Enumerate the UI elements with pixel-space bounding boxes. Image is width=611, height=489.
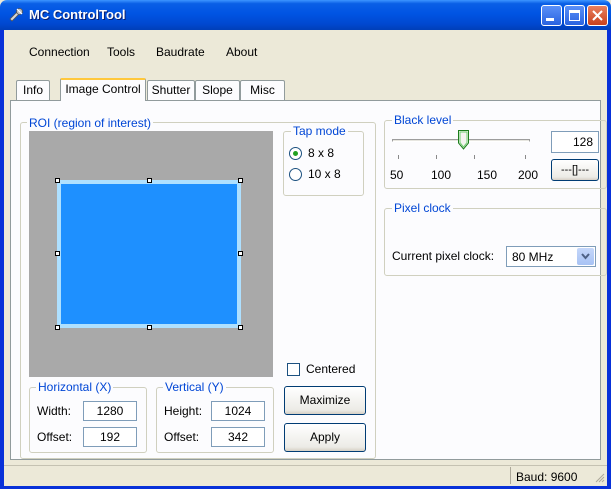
menu-bar [4, 40, 607, 62]
tap-mode-title: Tap mode [291, 124, 348, 138]
minimize-icon [546, 18, 554, 21]
radio-selected-dot [293, 151, 298, 156]
roi-group-title: ROI (region of interest) [27, 116, 154, 130]
tab-slope[interactable]: Slope [195, 80, 240, 100]
roi-handle-top-left[interactable] [55, 178, 60, 183]
window-frame-right [607, 30, 611, 489]
black-level-value-field[interactable]: 128 [551, 131, 599, 153]
window-title: MC ControlTool [29, 7, 126, 22]
tap-mode-8x8-radio[interactable] [289, 147, 302, 160]
chevron-down-icon [581, 253, 590, 260]
tick-label: 150 [477, 168, 498, 182]
black-level-title: Black level [392, 113, 454, 127]
tab-shutter[interactable]: Shutter [147, 80, 195, 100]
vertical-offset-field[interactable]: 342 [211, 427, 265, 447]
tab-misc[interactable]: Misc [240, 80, 285, 100]
app-icon [9, 8, 23, 22]
centered-checkbox[interactable] [287, 363, 300, 376]
roi-handle-top[interactable] [147, 178, 152, 183]
tap-mode-10x8-radio[interactable] [289, 168, 302, 181]
roi-handle-bottom-right[interactable] [238, 325, 243, 330]
resize-grip-icon[interactable] [595, 473, 605, 483]
status-divider [510, 467, 511, 484]
roi-handle-right[interactable] [238, 251, 243, 256]
black-level-reset-button[interactable]: ---[]--- [551, 159, 599, 181]
slider-tick [436, 155, 437, 159]
height-field[interactable]: 1024 [211, 401, 265, 421]
height-label: Height: [164, 404, 203, 418]
slider-tick [398, 155, 399, 159]
status-baud: Baud: 9600 [516, 470, 578, 484]
roi-rectangle[interactable] [57, 180, 241, 328]
tick-label: 200 [518, 168, 539, 182]
pixel-clock-label: Current pixel clock: [392, 249, 495, 263]
vertical-offset-label: Offset: [164, 430, 200, 444]
tick-label: 50 [390, 168, 404, 182]
menu-tools[interactable]: Tools [107, 45, 135, 59]
vertical-group-title: Vertical (Y) [163, 380, 226, 394]
tick-label: 100 [431, 168, 452, 182]
slider-tick [525, 155, 526, 159]
maximize-button[interactable]: Maximize [284, 386, 366, 415]
tab-image-control[interactable]: Image Control [60, 78, 146, 101]
pixel-clock-value: 80 MHz [512, 250, 554, 264]
pixel-clock-select[interactable]: 80 MHz [506, 246, 596, 267]
roi-handle-top-right[interactable] [238, 178, 243, 183]
apply-button[interactable]: Apply [284, 423, 366, 452]
roi-handle-bottom-left[interactable] [55, 325, 60, 330]
tab-info[interactable]: Info [16, 80, 50, 100]
close-icon [592, 10, 603, 21]
roi-handle-bottom[interactable] [147, 325, 152, 330]
width-label: Width: [37, 404, 72, 418]
centered-label[interactable]: Centered [306, 362, 355, 376]
window-frame-left [0, 30, 4, 489]
tap-mode-10x8-label[interactable]: 10 x 8 [308, 167, 341, 181]
black-level-slider-thumb[interactable] [458, 130, 469, 150]
horizontal-group-title: Horizontal (X) [36, 380, 114, 394]
maximize-icon [569, 10, 580, 21]
menu-about[interactable]: About [226, 45, 257, 59]
menu-connection[interactable]: Connection [29, 45, 90, 59]
width-field[interactable]: 1280 [83, 401, 137, 421]
roi-handle-left[interactable] [55, 251, 60, 256]
pixel-clock-title: Pixel clock [392, 201, 453, 215]
horizontal-offset-label: Offset: [37, 430, 73, 444]
menu-baudrate[interactable]: Baudrate [156, 45, 205, 59]
minimize-button[interactable] [541, 5, 562, 26]
horizontal-offset-field[interactable]: 192 [83, 427, 137, 447]
close-button[interactable] [587, 5, 608, 26]
dropdown-button[interactable] [577, 248, 594, 265]
tap-mode-group [283, 131, 364, 196]
slider-tick [474, 155, 475, 159]
maximize-window-button[interactable] [564, 5, 585, 26]
tap-mode-8x8-label[interactable]: 8 x 8 [308, 146, 334, 160]
